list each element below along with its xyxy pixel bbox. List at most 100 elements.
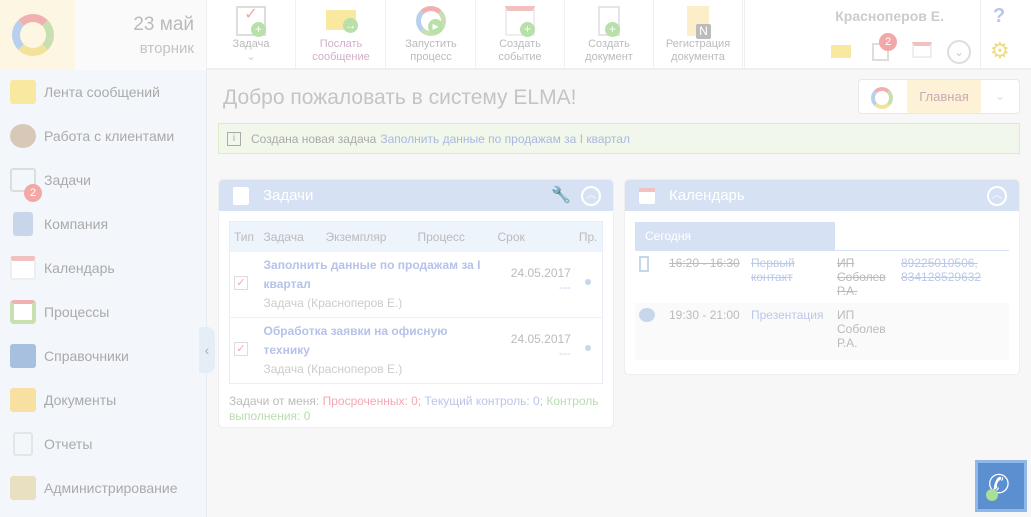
- label: Создать событие: [498, 38, 542, 63]
- priority-dot: [585, 279, 592, 285]
- task-link[interactable]: Заполнить данные по продажам за I кварта…: [264, 256, 490, 294]
- task-dash: ---: [558, 280, 571, 294]
- collapse-icon[interactable]: ︿: [581, 186, 601, 206]
- meeting-icon: [639, 308, 655, 322]
- toolbar: ✓ + Задача ⌄ → Послать сообщение ▸ Запустить …: [207, 0, 1031, 70]
- panel-title: Календарь: [669, 187, 745, 204]
- col-deadline[interactable]: Срок: [493, 221, 575, 252]
- process-icon: [10, 300, 36, 324]
- task-icon: [233, 186, 249, 205]
- table-row[interactable]: ✓ Обработка заявки на офисную технику Зада…: [229, 317, 603, 384]
- col-task[interactable]: Задача: [259, 221, 322, 252]
- elma-logo-icon: [859, 80, 907, 113]
- task-date: 24.05.2017: [510, 266, 571, 280]
- label: Запустить процесс: [405, 38, 457, 63]
- notification-bar: i Создана новая задача Заполнить данные …: [218, 123, 1020, 154]
- label: Документы: [44, 392, 117, 408]
- priority-dot: [585, 345, 592, 351]
- collapse-sidebar-button[interactable]: ‹: [199, 327, 215, 373]
- event-row[interactable]: 19:30 - 21:00 Презентация ИП Соболев Р.А.: [635, 303, 1009, 360]
- document-icon: +: [598, 6, 620, 37]
- notice-task-link[interactable]: Заполнить данные по продажам за I кварта…: [380, 132, 630, 146]
- label: Компания: [44, 216, 109, 232]
- sidebar-item-calendar[interactable]: Календарь: [0, 246, 206, 290]
- panel-header: Задачи 🔧 ︿: [219, 180, 613, 211]
- tasks-table: Тип Задача Экземпляр Процесс Срок Пр. ✓ Заполн…: [229, 221, 603, 384]
- label: Работа с клиентами: [44, 128, 175, 144]
- home-label: Главная: [907, 80, 981, 113]
- event-contact[interactable]: ИП Соболев Р.А.: [833, 251, 897, 303]
- overdue-link[interactable]: Просроченных: 0;: [323, 394, 422, 408]
- register-document-button[interactable]: N Регистрация документа: [654, 0, 743, 68]
- info-icon: i: [227, 131, 241, 146]
- sidebar-item-tasks[interactable]: 2 Задачи: [0, 158, 206, 202]
- sidebar-item-company[interactable]: Компания: [0, 202, 206, 246]
- sidebar-item-documents[interactable]: Документы: [0, 378, 206, 422]
- event-time: 16:20 - 16:30: [669, 256, 740, 270]
- sidebar-item-clients[interactable]: Работа с клиентами: [0, 114, 206, 158]
- chevron-down-icon[interactable]: ⌄: [947, 40, 971, 64]
- event-contact[interactable]: ИП Соболев Р.А.: [833, 303, 897, 360]
- help-icon[interactable]: ?: [993, 5, 1005, 28]
- sidebar-item-feed[interactable]: Лента сообщений: [0, 70, 206, 114]
- gear-icon[interactable]: ⚙: [990, 38, 1010, 64]
- sidebar-item-catalogs[interactable]: Справочники: [0, 334, 206, 378]
- label: Создать документ: [585, 38, 633, 63]
- table-row[interactable]: ✓ Заполнить данные по продажам за I кварт…: [229, 251, 603, 318]
- calendar-icon: [639, 187, 655, 204]
- sidebar-item-processes[interactable]: Процессы: [0, 290, 206, 334]
- tab-today[interactable]: Сегодня: [635, 222, 835, 250]
- new-task-button[interactable]: ✓ + Задача ⌄: [207, 0, 296, 68]
- task-sub: Задача (Красноперов Е.): [263, 362, 403, 376]
- start-process-button[interactable]: ▸ Запустить процесс: [387, 0, 476, 68]
- wrench-icon[interactable]: 🔧: [551, 185, 571, 205]
- sidebar: Лента сообщений Работа с клиентами 2 Зада…: [0, 70, 207, 517]
- current-control-link[interactable]: Текущий контроль: 0;: [424, 394, 543, 408]
- panel-header: Календарь ︿: [625, 180, 1019, 211]
- book-icon: [10, 344, 36, 368]
- elma-logo[interactable]: [0, 0, 75, 70]
- task-type-icon: ✓: [234, 342, 248, 356]
- col-type[interactable]: Тип: [229, 221, 260, 252]
- sidebar-item-admin[interactable]: Администрирование: [0, 466, 206, 510]
- event-phone[interactable]: 89225010506, 834128529632: [897, 251, 1009, 303]
- date-day: 23 май: [133, 14, 194, 35]
- create-event-button[interactable]: + Создать событие: [476, 0, 565, 68]
- task-sub: Задача (Красноперов Е.): [263, 296, 403, 310]
- event-row[interactable]: 16:20 - 16:30 Первый контакт ИП Соболев Р.…: [635, 251, 1009, 303]
- page-title: Добро пожаловать в систему ELMA!: [223, 86, 577, 109]
- label: Отчеты: [44, 436, 93, 452]
- feed-icon: [10, 80, 36, 104]
- collapse-icon[interactable]: ︿: [987, 186, 1007, 206]
- messages-icon[interactable]: [831, 45, 851, 58]
- sidebar-item-reports[interactable]: Отчеты: [0, 422, 206, 466]
- lock-icon: [10, 476, 36, 500]
- phone-icon: [639, 256, 649, 272]
- tasks-footer: Задачи от меня: Просроченных: 0; Текущий…: [219, 384, 613, 427]
- report-icon: [13, 432, 33, 456]
- col-priority[interactable]: Пр.: [574, 221, 603, 252]
- chevron-down-icon[interactable]: ⌄: [981, 80, 1019, 113]
- label: Задача: [232, 38, 270, 50]
- user-area: Красноперов Е. 2 ⌄ ? ⚙: [744, 0, 1024, 68]
- label: Справочники: [44, 348, 129, 364]
- send-message-button[interactable]: → Послать сообщение: [297, 0, 386, 68]
- calendar-icon: +: [505, 6, 535, 37]
- create-document-button[interactable]: + Создать документ: [565, 0, 654, 68]
- calendar-icon[interactable]: [912, 42, 932, 58]
- home-page-selector[interactable]: Главная ⌄: [858, 79, 1020, 114]
- col-process[interactable]: Процесс: [413, 221, 494, 252]
- phone-call-button[interactable]: ✆: [975, 460, 1027, 512]
- task-dash: ---: [558, 346, 571, 360]
- tasks-badge: 2: [24, 184, 42, 202]
- col-instance[interactable]: Экземпляр: [321, 221, 414, 252]
- tasks-badge: 2: [879, 33, 897, 51]
- task-link[interactable]: Обработка заявки на офисную технику: [264, 322, 490, 360]
- process-icon: ▸: [416, 6, 446, 36]
- event-name[interactable]: Первый контакт: [747, 251, 833, 303]
- event-name[interactable]: Презентация: [747, 303, 833, 360]
- event-phone: [897, 303, 1009, 360]
- label: Послать сообщение: [312, 38, 370, 63]
- user-name[interactable]: Красноперов Е.: [835, 8, 944, 24]
- label: Процессы: [44, 304, 110, 320]
